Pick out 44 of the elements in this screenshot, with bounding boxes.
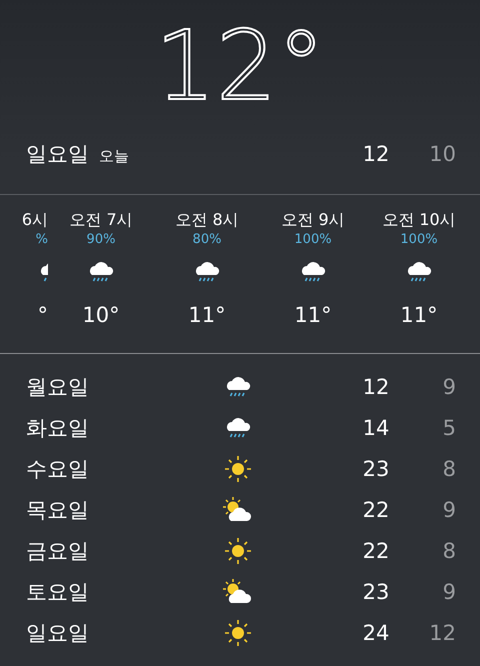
low-temperature: 9 [442, 374, 456, 398]
weekday: 목요일 [26, 496, 90, 524]
high-temperature: 12 [362, 374, 390, 398]
low-temperature: 5 [442, 416, 456, 440]
low-temperature: 9 [442, 498, 456, 522]
low-temperature: 10 [428, 142, 456, 166]
weekday: 수요일 [26, 456, 90, 482]
weekday: 화요일 [26, 414, 90, 442]
hour-label: 오전 8시 [175, 209, 239, 231]
hour-label: 오전 7시 [69, 209, 133, 231]
weekday: 토요일 [26, 578, 90, 606]
hour-label: 6시 [22, 209, 48, 231]
low-temperature: 12 [428, 620, 456, 644]
precipitation-chance: % [36, 231, 48, 249]
hour-temperature: ° [38, 303, 48, 327]
hour-temperature: 11° [294, 303, 332, 327]
hour-temperature: 11° [188, 303, 226, 327]
precipitation-chance: 80% [192, 231, 222, 249]
hour-label: 오전 9시 [281, 209, 345, 231]
low-temperature: 9 [442, 580, 456, 604]
sun-icon [224, 454, 252, 482]
today-label: 오늘 [99, 147, 129, 166]
high-temperature: 23 [362, 580, 390, 604]
high-temperature: 22 [362, 538, 390, 562]
high-temperature: 22 [362, 498, 390, 522]
low-temperature: 8 [442, 538, 456, 562]
hour-label: 오전 10시 [382, 209, 456, 231]
sun-icon [224, 536, 252, 564]
low-temperature: 8 [442, 456, 456, 480]
high-temperature: 12 [362, 142, 390, 166]
hour-temperature: 11° [400, 303, 438, 327]
precipitation-chance: 90% [86, 231, 116, 249]
high-temperature: 24 [362, 620, 390, 644]
weekday: 월요일 [26, 374, 90, 400]
current-temperature: 12° [154, 18, 326, 114]
precipitation-chance: 100% [400, 231, 438, 249]
today-day: 일요일 [26, 140, 89, 168]
weekday: 금요일 [26, 538, 90, 564]
hour-temperature: 10° [82, 303, 120, 327]
high-temperature: 23 [362, 456, 390, 480]
high-temperature: 14 [362, 416, 390, 440]
precipitation-chance: 100% [294, 231, 332, 249]
sun-icon [224, 618, 252, 646]
weekday: 일요일 [26, 620, 90, 646]
